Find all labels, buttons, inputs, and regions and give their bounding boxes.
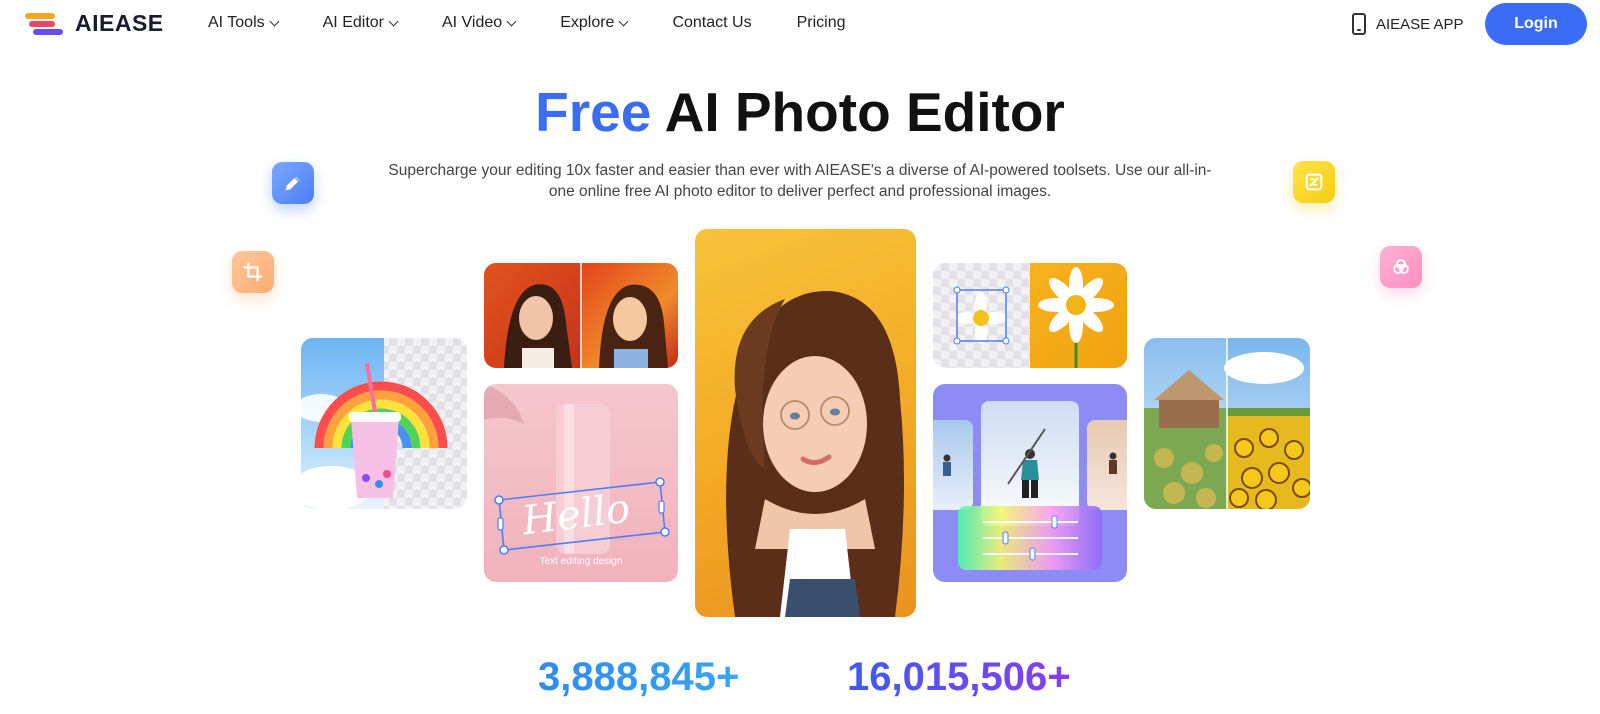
nav-explore-label: Explore: [560, 14, 615, 31]
object-cutout-example: [933, 263, 1127, 368]
edit-square-icon: [1293, 161, 1335, 203]
nav-ai-editor[interactable]: AI Editor: [322, 14, 399, 32]
crop-icon: [232, 251, 274, 293]
logo-icon: [25, 11, 67, 37]
main-menu: AI Tools AI Editor AI Video Explore Cont…: [208, 14, 890, 32]
nav-contact-us-label: Contact Us: [672, 14, 752, 31]
brand-logo[interactable]: AIEASE: [25, 10, 164, 37]
chevron-down-icon: [618, 16, 629, 26]
filter-circles-icon: [1380, 246, 1422, 288]
nav-ai-editor-label: AI Editor: [322, 14, 384, 31]
nav-ai-tools[interactable]: AI Tools: [208, 14, 280, 32]
top-navigation: AIEASE AI Tools AI Editor AI Video Explo…: [0, 0, 1600, 48]
app-download-link[interactable]: AIEASE APP: [1352, 13, 1464, 35]
page-title-accent: Free: [535, 81, 652, 143]
stat-value: 3,888,845+: [538, 655, 740, 699]
pencil-icon: [272, 162, 314, 204]
phone-icon: [1352, 13, 1366, 35]
page-title: Free AI Photo Editor: [0, 80, 1600, 144]
nav-ai-video-label: AI Video: [441, 14, 503, 31]
background-removal-example: [301, 338, 467, 509]
nav-ai-tools-label: AI Tools: [208, 14, 265, 31]
nav-contact-us[interactable]: Contact Us: [672, 14, 751, 32]
app-link-label: AIEASE APP: [1376, 15, 1464, 33]
hero-subtitle: Supercharge your editing 10x faster and …: [388, 162, 1212, 200]
main-portrait-image: [695, 229, 916, 617]
nav-pricing-label: Pricing: [796, 14, 846, 31]
brand-name: AIEASE: [75, 10, 164, 36]
text-editing-example: Hello Text editing design: [484, 384, 678, 582]
chevron-down-icon: [388, 16, 399, 26]
chevron-down-icon: [269, 16, 280, 26]
page-title-rest: AI Photo Editor: [664, 81, 1065, 143]
nav-pricing[interactable]: Pricing: [797, 14, 846, 32]
stat-value: 16,015,506+: [847, 655, 1071, 699]
image-enhance-example: [1144, 338, 1310, 509]
text-editing-caption: Text editing design: [539, 556, 623, 567]
photo-adjustment-example: [933, 384, 1127, 582]
chevron-down-icon: [506, 16, 517, 26]
login-button[interactable]: Login: [1485, 3, 1587, 45]
adjustment-sliders-panel: [958, 506, 1102, 570]
photo-to-painting-example: [484, 263, 678, 368]
nav-ai-video[interactable]: AI Video: [441, 14, 517, 32]
nav-explore[interactable]: Explore: [560, 14, 629, 32]
